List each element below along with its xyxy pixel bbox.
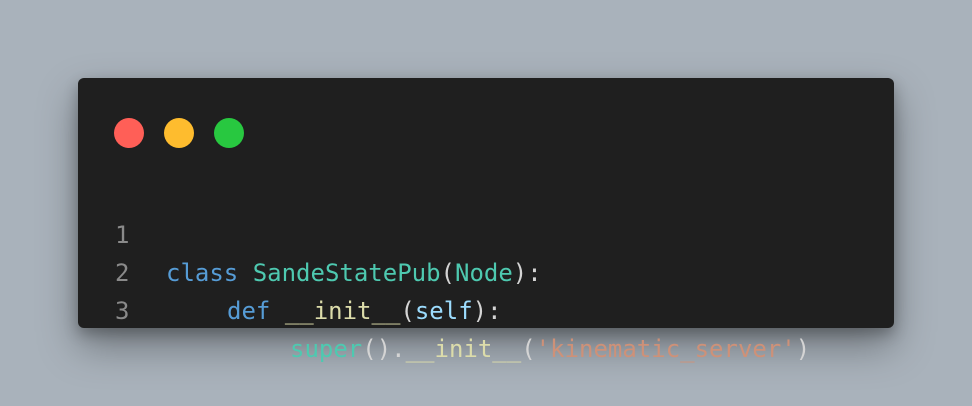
punctuation-token: ): [472, 297, 502, 325]
keyword-token: def [227, 297, 271, 325]
minimize-button[interactable] [164, 118, 194, 148]
builtin-token: super [290, 335, 363, 363]
function-name-token: __init__ [284, 297, 401, 325]
code-block: 1 class SandeStatePub(Node): 2 def __ini… [78, 178, 894, 363]
punctuation-token: ) [795, 335, 811, 363]
close-button[interactable] [114, 118, 144, 148]
window-controls [114, 118, 244, 148]
punctuation-token: (). [362, 335, 406, 363]
maximize-button[interactable] [214, 118, 244, 148]
string-token: 'kinematic_server' [535, 335, 796, 363]
code-line: 1 class SandeStatePub(Node): [78, 178, 894, 287]
punctuation-token: ( [521, 335, 536, 363]
code-line-content: super().__init__('kinematic_server') [166, 330, 810, 368]
line-number: 3 [115, 297, 130, 325]
code-line: 2 def __init__(self): [78, 216, 894, 325]
punctuation-token: ( [400, 297, 415, 325]
function-name-token: __init__ [405, 335, 522, 363]
parameter-token: self [414, 297, 473, 325]
code-line: 3 super().__init__('kinematic_server') [78, 254, 894, 363]
code-line-content: def __init__(self): [166, 292, 502, 330]
code-window: 1 class SandeStatePub(Node): 2 def __ini… [78, 78, 894, 363]
